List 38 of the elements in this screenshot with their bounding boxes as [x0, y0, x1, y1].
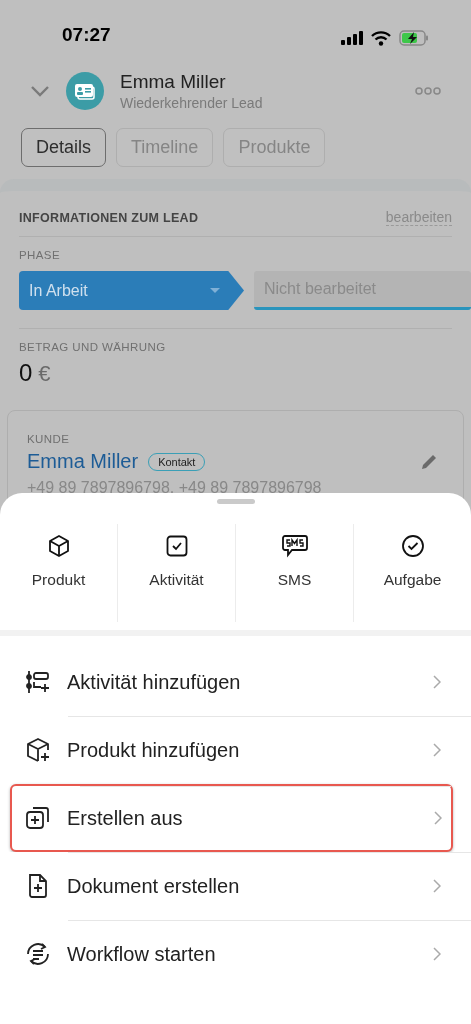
chevron-right-icon — [433, 947, 441, 961]
chevron-down-icon[interactable] — [30, 85, 50, 97]
more-icon[interactable] — [415, 87, 441, 95]
check-circle-icon — [400, 534, 425, 558]
customer-name-link[interactable]: Emma Miller — [27, 450, 139, 473]
lead-type: Wiederkehrender Lead — [120, 95, 264, 111]
contact-name: Emma Miller — [120, 71, 227, 93]
customer-label: KUNDE — [27, 433, 71, 445]
pencil-icon[interactable] — [420, 452, 438, 471]
chevron-right-icon — [433, 675, 441, 689]
workflow-icon — [25, 941, 51, 967]
tab[interactable]: Details — [21, 128, 107, 167]
caret-icon — [210, 287, 220, 294]
drag-handle[interactable] — [216, 499, 255, 504]
chevron-right-icon — [434, 811, 442, 825]
amount-label: BETRAG UND WÄHRUNG — [19, 341, 167, 353]
copy-add-icon — [25, 805, 51, 831]
checkbox-icon — [164, 534, 189, 558]
menu-item[interactable]: Erstellen aus — [10, 784, 453, 852]
section-title: INFORMATIONEN ZUM LEAD — [19, 211, 199, 225]
signal-icon — [341, 31, 363, 45]
currency-symbol: € — [38, 361, 51, 387]
list-add-icon — [25, 669, 51, 695]
cube-icon — [46, 534, 71, 558]
sms-bubble-icon — [281, 534, 308, 558]
quick-action-button[interactable]: Produkt — [0, 524, 117, 622]
quick-action-button[interactable]: Aufgabe — [354, 524, 471, 622]
status-time: 07:27 — [62, 24, 111, 46]
chevron-right-icon — [433, 743, 441, 757]
phase-label: PHASE — [19, 249, 61, 261]
quick-action-button[interactable]: SMS — [236, 524, 353, 622]
amount-value: 0 — [19, 359, 33, 387]
wifi-icon — [371, 30, 391, 46]
quick-action-button[interactable]: Aktivität — [118, 524, 235, 622]
battery-icon — [399, 30, 429, 46]
cube-add-icon — [25, 737, 51, 763]
chevron-right-icon — [433, 879, 441, 893]
contact-card-icon — [66, 72, 104, 110]
